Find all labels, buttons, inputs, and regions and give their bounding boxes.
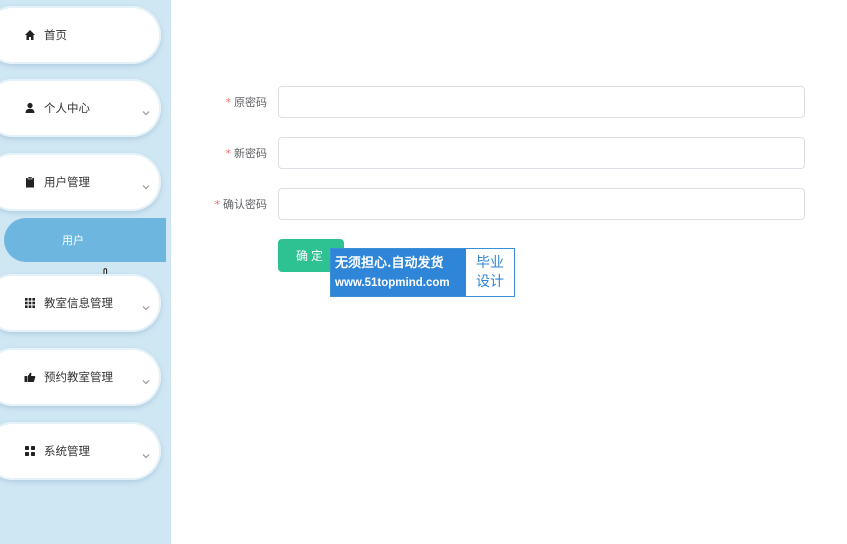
chevron-down-icon [141, 103, 151, 116]
home-icon [24, 29, 36, 41]
sidebar-item-personal-center[interactable]: 个人中心 [0, 79, 161, 137]
chevron-down-icon [141, 298, 151, 311]
confirm-password-label: * 确认密码 [214, 198, 268, 211]
watermark-text-top: 毕业 [476, 254, 504, 271]
required-mark: * [225, 96, 232, 109]
required-mark: * [214, 198, 221, 211]
sidebar-item-label: 系统管理 [44, 444, 90, 458]
watermark-text-bottom: 设计 [476, 273, 504, 290]
new-password-input[interactable] [278, 137, 805, 169]
watermark-left: 无须担心.自动发货 www.51topmind.com [331, 249, 466, 296]
new-password-label: * 新密码 [225, 147, 268, 160]
chevron-down-icon [141, 177, 151, 190]
clipboard-icon [24, 176, 36, 188]
sidebar-item-label: 教室信息管理 [44, 296, 113, 310]
sidebar-item-user-management[interactable]: 用户管理 [0, 153, 161, 211]
watermark-banner: 无须担心.自动发货 www.51topmind.com 毕业 设计 [330, 248, 515, 297]
form-row-new-password: * 新密码 [180, 137, 810, 169]
sidebar-item-label: 首页 [44, 28, 67, 42]
sidebar-item-classroom-info[interactable]: 教室信息管理 [0, 274, 161, 332]
form-row-confirm-password: * 确认密码 [180, 188, 810, 220]
watermark-right: 毕业 设计 [466, 249, 514, 296]
chevron-down-icon [141, 372, 151, 385]
grid-icon [24, 297, 36, 309]
sidebar-subitem-label: 用户 [62, 234, 84, 247]
old-password-input[interactable] [278, 86, 805, 118]
required-mark: * [225, 147, 232, 160]
old-password-label: * 原密码 [225, 96, 268, 109]
sidebar-subitem-users[interactable]: 用户 [4, 218, 166, 262]
sidebar-item-reservation[interactable]: 预约教室管理 [0, 348, 161, 406]
sidebar-item-label: 预约教室管理 [44, 370, 113, 384]
sidebar-item-home[interactable]: 首页 [0, 6, 161, 64]
sidebar-item-label: 个人中心 [44, 101, 90, 115]
chevron-down-icon [141, 446, 151, 459]
user-icon [24, 102, 36, 114]
confirm-password-input[interactable] [278, 188, 805, 220]
apps-icon [24, 445, 36, 457]
watermark-url: www.51topmind.com [335, 276, 450, 289]
watermark-slogan: 无须担心.自动发货 [335, 255, 444, 271]
sidebar-item-system[interactable]: 系统管理 [0, 422, 161, 480]
form-row-old-password: * 原密码 [180, 86, 810, 118]
sidebar: 首页 个人中心 用户管理 用户 教室信息管理 预约教室管理 系统管理 [0, 0, 171, 544]
sidebar-item-label: 用户管理 [44, 175, 90, 189]
hand-icon [24, 371, 36, 383]
